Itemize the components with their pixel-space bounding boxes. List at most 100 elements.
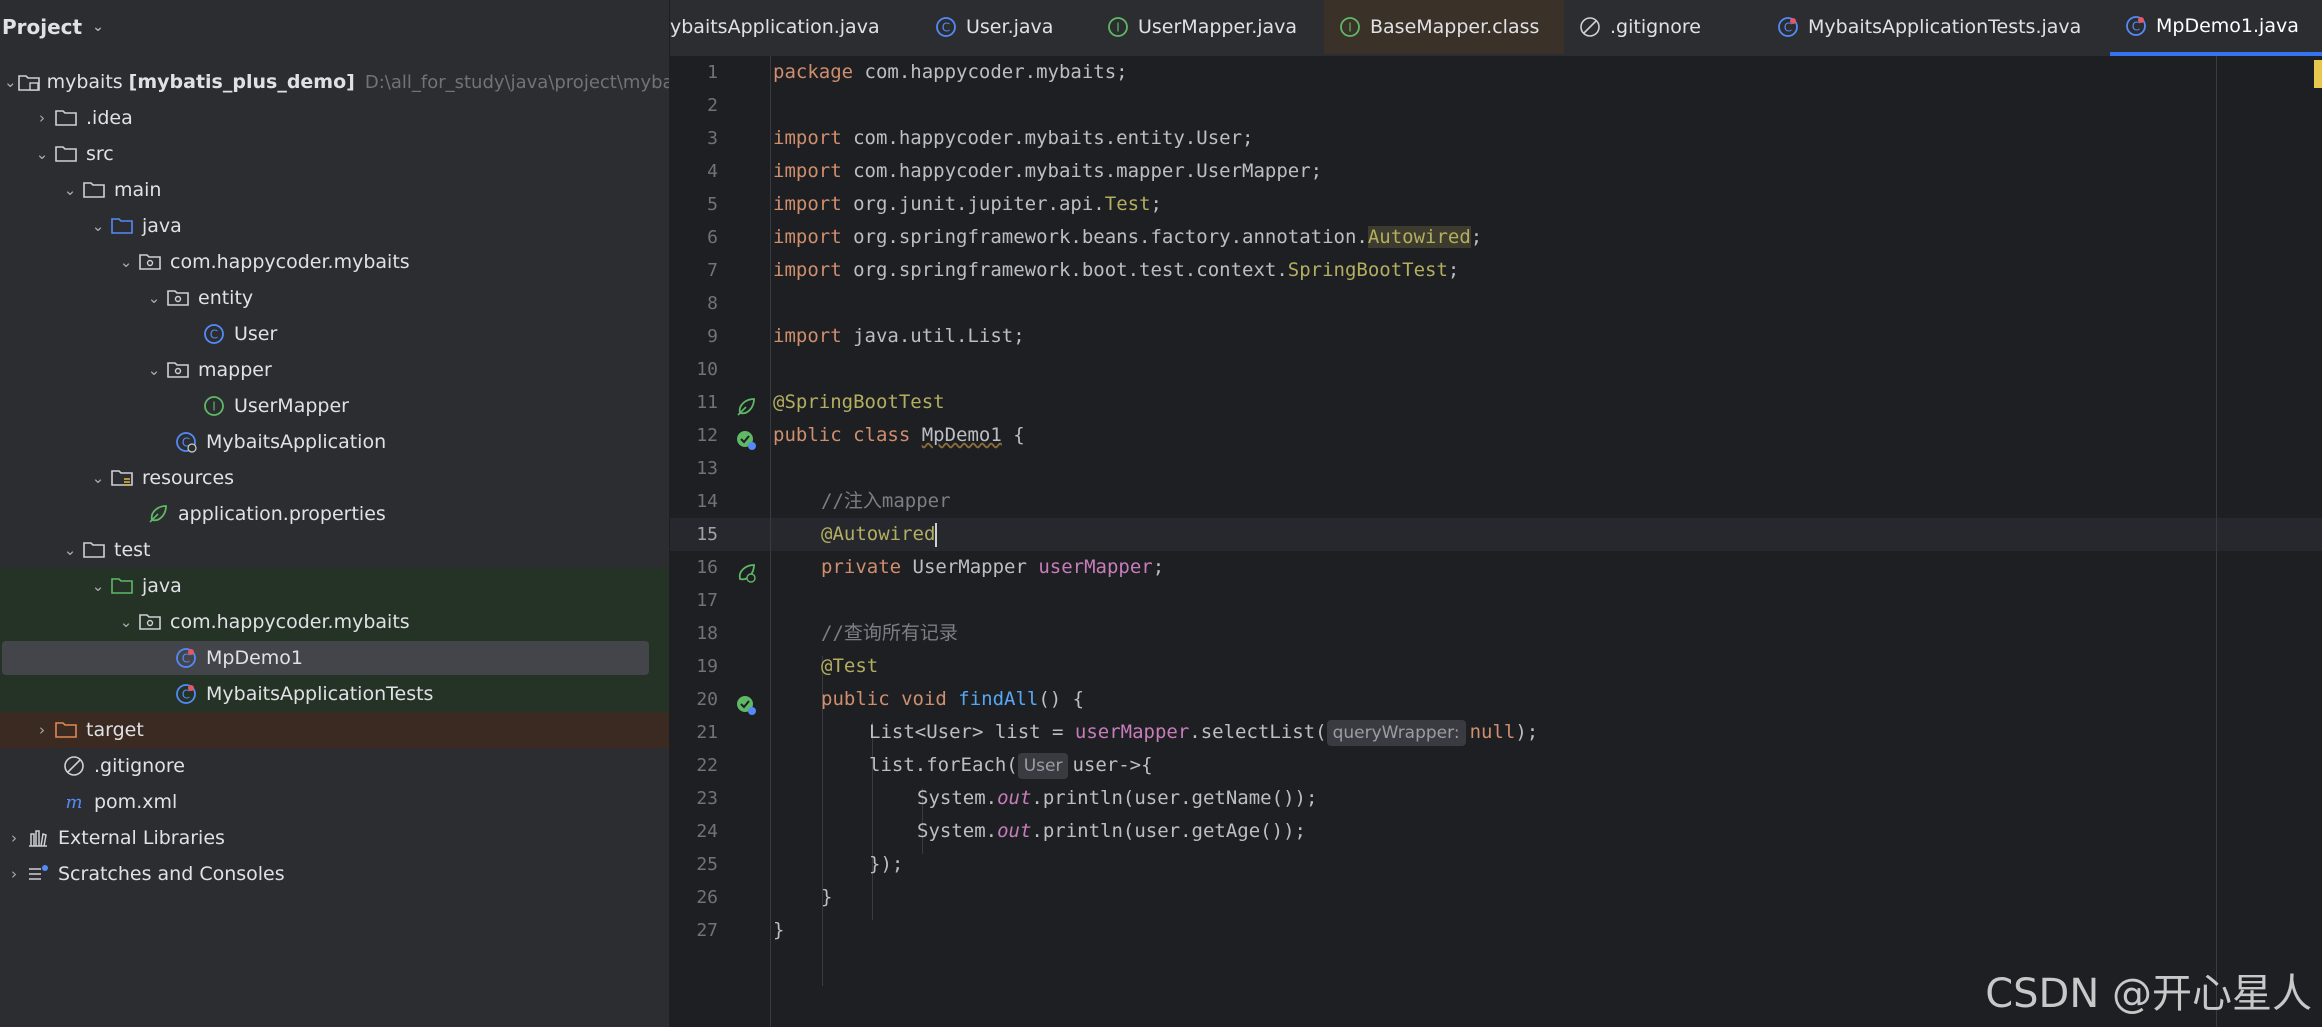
line-number[interactable]: 16 bbox=[670, 551, 718, 584]
tab-mpdemo1[interactable]: C MpDemo1.java bbox=[2110, 0, 2322, 56]
tab-usermapper[interactable]: I UserMapper.java bbox=[1092, 0, 1324, 54]
chevron-right-icon[interactable]: › bbox=[32, 109, 52, 127]
line-number[interactable]: 8 bbox=[670, 287, 718, 320]
token: ); bbox=[1515, 721, 1539, 743]
chevron-right-icon[interactable]: › bbox=[4, 829, 24, 847]
line-number[interactable]: 7 bbox=[670, 254, 718, 287]
line-number[interactable]: 15 bbox=[670, 518, 718, 551]
chevron-right-icon[interactable]: › bbox=[4, 865, 24, 883]
chevron-down-icon[interactable]: ⌄ bbox=[88, 577, 108, 595]
line-number[interactable]: 24 bbox=[670, 815, 718, 848]
project-view-selector[interactable]: Project ⌄ bbox=[0, 0, 669, 54]
chevron-down-icon[interactable]: ⌄ bbox=[4, 73, 17, 91]
line-number[interactable]: 9 bbox=[670, 320, 718, 353]
chevron-down-icon[interactable]: ⌄ bbox=[88, 469, 108, 487]
chevron-down-icon[interactable]: ⌄ bbox=[144, 361, 164, 379]
line-number[interactable]: 1 bbox=[670, 56, 718, 89]
tree-item-test-package[interactable]: ⌄ com.happycoder.mybaits bbox=[0, 604, 669, 640]
tree-item-main-java[interactable]: ⌄ java bbox=[0, 208, 669, 244]
line-number[interactable]: 6 bbox=[670, 221, 718, 254]
code-line-12: public class MpDemo1 { bbox=[773, 419, 1025, 452]
folder-icon bbox=[80, 536, 108, 564]
chevron-down-icon[interactable]: ⌄ bbox=[88, 217, 108, 235]
tree-item-path: D:\all_for_study\java\project\mybaits bbox=[364, 71, 670, 93]
tree-item-test-java[interactable]: ⌄ java bbox=[0, 568, 669, 604]
tree-item-mpdemo1[interactable]: C MpDemo1 bbox=[0, 640, 669, 676]
tree-item-external-libraries[interactable]: › External Libraries bbox=[0, 820, 669, 856]
tree-item-idea[interactable]: › .idea bbox=[0, 100, 669, 136]
chevron-down-icon[interactable]: ⌄ bbox=[32, 145, 52, 163]
chevron-down-icon[interactable]: ⌄ bbox=[116, 253, 136, 271]
token: public void bbox=[821, 688, 959, 710]
line-number[interactable]: 22 bbox=[670, 749, 718, 782]
code-line-4: import com.happycoder.mybaits.mapper.Use… bbox=[773, 155, 1322, 188]
tab-gitignore[interactable]: .gitignore bbox=[1564, 0, 1744, 54]
line-number-gutter[interactable]: 1 2 3 4 5 6 7 8 9 10 11 12 13 14 15 16 17 18 19 20 21 22 23 24 2… bbox=[670, 56, 770, 1027]
line-number[interactable]: 13 bbox=[670, 452, 718, 485]
token: () { bbox=[1038, 688, 1085, 710]
line-number[interactable]: 21 bbox=[670, 716, 718, 749]
line-number[interactable]: 19 bbox=[670, 650, 718, 683]
line-number[interactable]: 11 bbox=[670, 386, 718, 419]
token: import bbox=[773, 160, 842, 182]
token: userMapper bbox=[1038, 556, 1153, 578]
line-number[interactable]: 14 bbox=[670, 485, 718, 518]
tree-item-user-class[interactable]: C User bbox=[0, 316, 669, 352]
tree-item-usermapper[interactable]: I UserMapper bbox=[0, 388, 669, 424]
tree-item-test[interactable]: ⌄ test bbox=[0, 532, 669, 568]
token: import bbox=[773, 259, 842, 281]
line-number[interactable]: 18 bbox=[670, 617, 718, 650]
line-number[interactable]: 26 bbox=[670, 881, 718, 914]
tab-user[interactable]: C User.java bbox=[920, 0, 1092, 54]
code-line-23: System.out.println(user.getName()); bbox=[773, 782, 1317, 815]
tree-item-entity[interactable]: ⌄ entity bbox=[0, 280, 669, 316]
tree-item-application-properties[interactable]: application.properties bbox=[0, 496, 669, 532]
code-line-25: }); bbox=[773, 848, 903, 881]
selection-highlight bbox=[2, 641, 649, 675]
tree-item-label: main bbox=[114, 179, 162, 201]
chevron-right-icon[interactable]: › bbox=[32, 721, 52, 739]
line-number[interactable]: 10 bbox=[670, 353, 718, 386]
tree-item-mybaitsapplication[interactable]: C MybaitsApplication bbox=[0, 424, 669, 460]
tree-item-project-name: [mybatis_plus_demo] bbox=[128, 71, 355, 93]
line-number[interactable]: 3 bbox=[670, 122, 718, 155]
chevron-down-icon[interactable]: ⌄ bbox=[60, 541, 80, 559]
tree-item-main[interactable]: ⌄ main bbox=[0, 172, 669, 208]
tree-item-mapper[interactable]: ⌄ mapper bbox=[0, 352, 669, 388]
token: out bbox=[997, 787, 1032, 809]
tree-item-main-package[interactable]: ⌄ com.happycoder.mybaits bbox=[0, 244, 669, 280]
run-test-icon[interactable] bbox=[734, 428, 760, 454]
tree-item-gitignore[interactable]: .gitignore bbox=[0, 748, 669, 784]
token: .println(user.getName()); bbox=[1031, 787, 1318, 809]
inspection-marker[interactable] bbox=[2314, 60, 2322, 88]
spring-bean-icon[interactable] bbox=[734, 395, 760, 421]
folder-icon bbox=[52, 104, 80, 132]
line-number[interactable]: 27 bbox=[670, 914, 718, 947]
line-number[interactable]: 2 bbox=[670, 89, 718, 122]
line-number[interactable]: 17 bbox=[670, 584, 718, 617]
chevron-down-icon[interactable]: ⌄ bbox=[60, 181, 80, 199]
tree-item-src[interactable]: ⌄ src bbox=[0, 136, 669, 172]
line-number[interactable]: 4 bbox=[670, 155, 718, 188]
code-line-9: import java.util.List; bbox=[773, 320, 1025, 353]
chevron-down-icon[interactable]: ⌄ bbox=[116, 613, 136, 631]
tree-item-scratches[interactable]: › Scratches and Consoles bbox=[0, 856, 669, 892]
tree-item-mybaitsapplicationtests[interactable]: C MybaitsApplicationTests bbox=[0, 676, 669, 712]
line-number[interactable]: 5 bbox=[670, 188, 718, 221]
token: Test bbox=[1104, 193, 1151, 215]
line-number[interactable]: 25 bbox=[670, 848, 718, 881]
line-number[interactable]: 20 bbox=[670, 683, 718, 716]
tab-mybaitsapplication[interactable]: ybaitsApplication.java bbox=[670, 0, 920, 54]
tab-basemapper[interactable]: I BaseMapper.class bbox=[1324, 0, 1564, 54]
tree-item-pom[interactable]: m pom.xml bbox=[0, 784, 669, 820]
tree-item-target[interactable]: › target bbox=[0, 712, 669, 748]
tree-item-root-module[interactable]: ⌄ mybaits [mybatis_plus_demo] D:\all_for… bbox=[0, 64, 669, 100]
tab-mybaitsapplicationtests[interactable]: C MybaitsApplicationTests.java bbox=[1762, 0, 2108, 54]
run-test-icon[interactable] bbox=[734, 693, 760, 719]
tree-item-resources[interactable]: ⌄ resources bbox=[0, 460, 669, 496]
code-editor[interactable]: 1 2 3 4 5 6 7 8 9 10 11 12 13 14 15 16 17 18 19 20 21 22 23 24 2… bbox=[670, 56, 2322, 1027]
line-number[interactable]: 12 bbox=[670, 419, 718, 452]
autowired-bean-icon[interactable] bbox=[734, 561, 760, 587]
chevron-down-icon[interactable]: ⌄ bbox=[144, 289, 164, 307]
line-number[interactable]: 23 bbox=[670, 782, 718, 815]
